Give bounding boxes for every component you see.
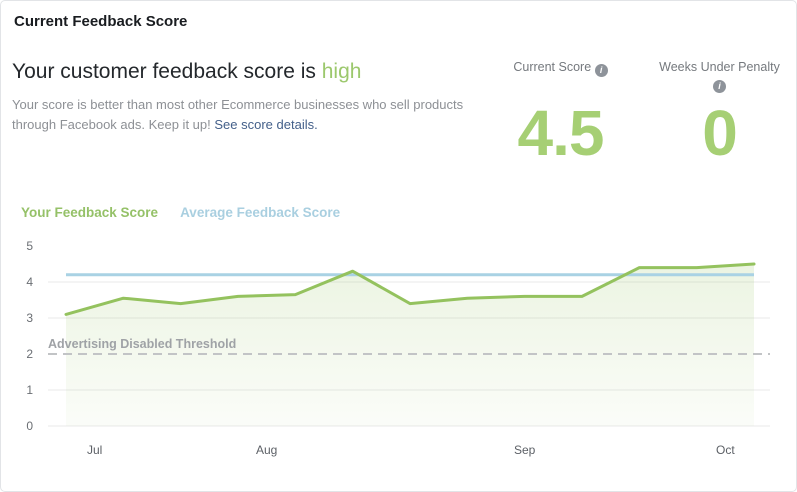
- y-axis-label: 1: [26, 383, 33, 397]
- weeks-under-penalty-value: 0: [652, 103, 787, 163]
- x-axis-label: Sep: [514, 443, 536, 457]
- chart-legend: Your Feedback Score Average Feedback Sco…: [21, 205, 340, 220]
- description-line2: through Facebook ads. Keep it up!: [12, 117, 211, 132]
- feedback-chart: Advertising Disabled Threshold 0 1 2 3 4 5 Jul A…: [1, 231, 796, 491]
- current-score-label: Current Score: [513, 60, 591, 74]
- info-icon[interactable]: [595, 64, 608, 77]
- x-axis-label: Aug: [256, 443, 277, 457]
- stat-current-score: Current Score 4.5: [493, 59, 628, 163]
- y-axis-label: 4: [26, 275, 33, 289]
- threshold-label: Advertising Disabled Threshold: [48, 337, 236, 351]
- headline-text: Your customer feedback score is: [12, 60, 322, 83]
- stat-weeks-under-penalty: Weeks Under Penalty 0: [652, 59, 787, 163]
- see-score-details-link[interactable]: See score details.: [214, 117, 317, 132]
- info-icon[interactable]: [713, 80, 726, 93]
- current-score-value: 4.5: [493, 103, 628, 163]
- x-axis-label: Oct: [716, 443, 735, 457]
- stats-panel: Current Score 4.5 Weeks Under Penalty 0: [493, 59, 787, 163]
- description: Your score is better than most other Eco…: [12, 95, 463, 135]
- y-axis-label: 5: [26, 239, 33, 253]
- weeks-under-penalty-label: Weeks Under Penalty: [659, 60, 780, 74]
- page-title: Current Feedback Score: [14, 13, 187, 30]
- y-axis-label: 3: [26, 311, 33, 325]
- score-level-highlight: high: [322, 60, 362, 83]
- x-axis-label: Jul: [87, 443, 102, 457]
- feedback-score-card: Current Feedback Score Your customer fee…: [0, 0, 797, 492]
- headline: Your customer feedback score is high: [12, 59, 361, 85]
- legend-average-feedback-score[interactable]: Average Feedback Score: [180, 205, 340, 220]
- y-axis-label: 2: [26, 347, 33, 361]
- description-line1: Your score is better than most other Eco…: [12, 97, 463, 112]
- y-axis-label: 0: [26, 419, 33, 433]
- legend-your-feedback-score[interactable]: Your Feedback Score: [21, 205, 158, 220]
